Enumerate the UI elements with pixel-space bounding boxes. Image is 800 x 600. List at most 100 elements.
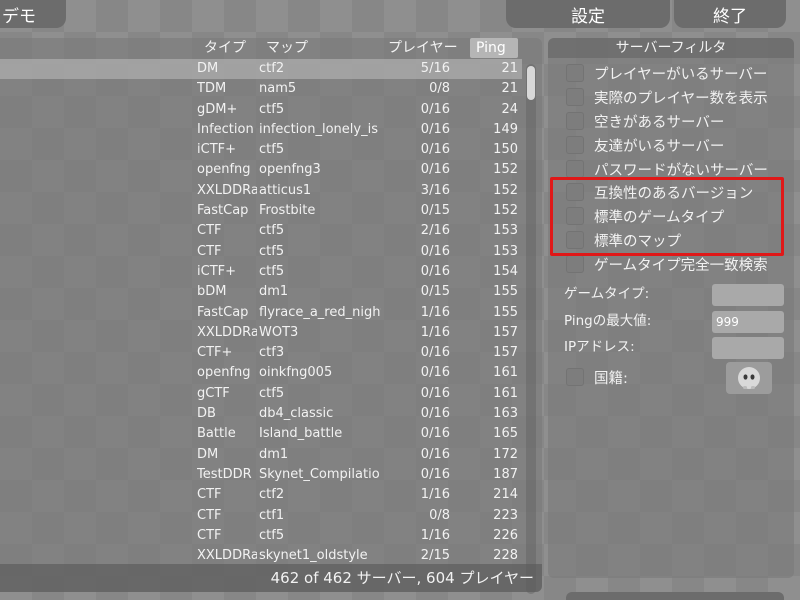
max-ping-input[interactable]: [712, 311, 784, 333]
tab-quit[interactable]: 終了: [674, 0, 786, 28]
server-ping: 187: [493, 466, 518, 482]
gametype-input[interactable]: [712, 284, 784, 306]
filter-exact-gametype-match[interactable]: ゲームタイプ完全一致検索: [566, 253, 768, 275]
server-row[interactable]: Battle Island_battle 0/16 165: [0, 424, 522, 444]
server-gametype: FastCap: [197, 203, 249, 219]
bottom-panel-edge: [566, 592, 784, 600]
filter-standard-map[interactable]: 標準のマップ: [566, 229, 681, 251]
server-ping: 24: [501, 101, 518, 117]
checkbox[interactable]: [566, 64, 584, 82]
checkbox[interactable]: [566, 255, 584, 273]
server-ping: 163: [493, 406, 518, 422]
server-ping: 153: [493, 223, 518, 239]
server-ping: 226: [493, 527, 518, 543]
server-players: 5/16: [420, 61, 450, 76]
server-row[interactable]: CTF+ ctf3 0/16 157: [0, 343, 522, 363]
filter-standard-gametype[interactable]: 標準のゲームタイプ: [566, 205, 724, 227]
checkbox[interactable]: [566, 231, 584, 249]
server-map: ctf5: [259, 263, 285, 279]
server-row[interactable]: iCTF+ ctf5 0/16 150: [0, 140, 522, 160]
server-row[interactable]: CTF ctf2 1/16 214: [0, 485, 522, 505]
server-map: openfng3: [259, 162, 321, 178]
server-map: dm1: [259, 446, 289, 462]
server-ping: 155: [493, 304, 518, 320]
server-row[interactable]: bDM dm1 0/15 155: [0, 282, 522, 302]
server-row[interactable]: CTF ctf5 2/16 153: [0, 221, 522, 241]
ip-address-input[interactable]: [712, 337, 784, 359]
server-row[interactable]: CTF ctf5 0/16 153: [0, 242, 522, 262]
checkbox[interactable]: [566, 368, 584, 386]
server-row[interactable]: Infection infection_lonely_is 0/16 149: [0, 120, 522, 140]
server-row[interactable]: openfng oinkfng005 0/16 161: [0, 363, 522, 383]
server-map: oinkfng005: [259, 365, 333, 381]
filter-label: 互換性のあるバージョン: [594, 185, 754, 202]
tab-demo[interactable]: デモ: [0, 0, 66, 28]
column-header-type[interactable]: タイプ: [204, 38, 246, 58]
server-row[interactable]: TDM nam5 0/8 21: [0, 79, 522, 99]
server-row[interactable]: TestDDR Skynet_Compilatio 0/16 187: [0, 465, 522, 485]
server-row[interactable]: FastCap Frostbite 0/15 152: [0, 201, 522, 221]
filter-label: ゲームタイプ完全一致検索: [594, 257, 768, 274]
server-row[interactable]: XXLDDRa WOT3 1/16 157: [0, 323, 522, 343]
column-header-ping[interactable]: Ping: [470, 38, 518, 58]
server-row[interactable]: DM dm1 0/16 172: [0, 445, 522, 465]
server-filter-panel: サーバーフィルタ プレイヤーがいるサーバー 実際のプレイヤー数を表示 空きがある…: [548, 38, 794, 578]
server-gametype: gCTF: [197, 385, 230, 401]
server-row[interactable]: DM ctf2 5/16 21: [0, 59, 522, 80]
max-ping-label: Pingの最大値:: [564, 313, 652, 329]
scrollbar-thumb[interactable]: [527, 66, 535, 100]
server-map: Frostbite: [259, 203, 316, 219]
server-players: 1/16: [420, 487, 450, 503]
server-ping: 152: [493, 162, 518, 178]
server-map: dm1: [259, 284, 289, 300]
filter-friends-online[interactable]: 友達がいるサーバー: [566, 134, 724, 156]
server-map: ctf5: [259, 385, 285, 401]
server-row[interactable]: CTF ctf1 0/8 223: [0, 506, 522, 526]
checkbox[interactable]: [566, 183, 584, 201]
server-gametype: CTF: [197, 223, 222, 239]
server-ping: 161: [493, 385, 518, 401]
server-row[interactable]: XXLDDRa atticus1 3/16 152: [0, 181, 522, 201]
checkbox[interactable]: [566, 207, 584, 225]
server-gametype: XXLDDRa: [197, 324, 257, 340]
ip-address-label: IPアドレス:: [564, 339, 635, 355]
server-gametype: XXLDDRa: [197, 182, 257, 198]
country-flag-button[interactable]: [726, 362, 772, 394]
server-row[interactable]: gCTF ctf5 0/16 161: [0, 384, 522, 404]
filter-not-full[interactable]: 空きがあるサーバー: [566, 110, 724, 132]
server-row[interactable]: gDM+ ctf5 0/16 24: [0, 100, 522, 120]
tab-settings[interactable]: 設定: [506, 0, 670, 28]
column-header-players[interactable]: プレイヤー: [388, 38, 458, 58]
filter-compatible-version[interactable]: 互換性のあるバージョン: [566, 181, 753, 203]
server-ping: 172: [493, 446, 518, 462]
server-ping: 157: [493, 324, 518, 340]
server-map: Skynet_Compilatio: [259, 466, 380, 482]
server-ping: 153: [493, 243, 518, 259]
server-players: 3/16: [420, 182, 450, 198]
server-ping: 21: [501, 81, 518, 97]
filter-label: 実際のプレイヤー数を表示: [594, 90, 768, 107]
checkbox[interactable]: [566, 112, 584, 130]
server-gametype: CTF: [197, 487, 222, 503]
server-row[interactable]: CTF ctf5 1/16 226: [0, 526, 522, 546]
filter-has-players[interactable]: プレイヤーがいるサーバー: [566, 62, 767, 84]
server-map: ctf5: [259, 527, 285, 543]
server-players: 0/16: [420, 243, 450, 259]
filter-country[interactable]: 国籍:: [566, 366, 628, 388]
server-list-scrollbar[interactable]: [526, 64, 536, 594]
checkbox[interactable]: [566, 136, 584, 154]
server-players: 0/16: [420, 406, 450, 422]
server-map: ctf1: [259, 507, 285, 523]
server-row[interactable]: FastCap flyrace_a_red_night 1/16 155: [0, 303, 522, 323]
server-players: 0/16: [420, 162, 450, 178]
column-header-map[interactable]: マップ: [266, 38, 308, 58]
server-ping: 150: [493, 142, 518, 158]
server-row[interactable]: openfng openfng3 0/16 152: [0, 160, 522, 180]
checkbox[interactable]: [566, 160, 584, 178]
filter-no-password[interactable]: パスワードがないサーバー: [566, 158, 768, 180]
server-row[interactable]: DB db4_classic 0/16 163: [0, 404, 522, 424]
server-map: db4_classic: [259, 406, 334, 422]
server-row[interactable]: iCTF+ ctf5 0/16 154: [0, 262, 522, 282]
checkbox[interactable]: [566, 88, 584, 106]
filter-show-real-players[interactable]: 実際のプレイヤー数を表示: [566, 86, 768, 108]
